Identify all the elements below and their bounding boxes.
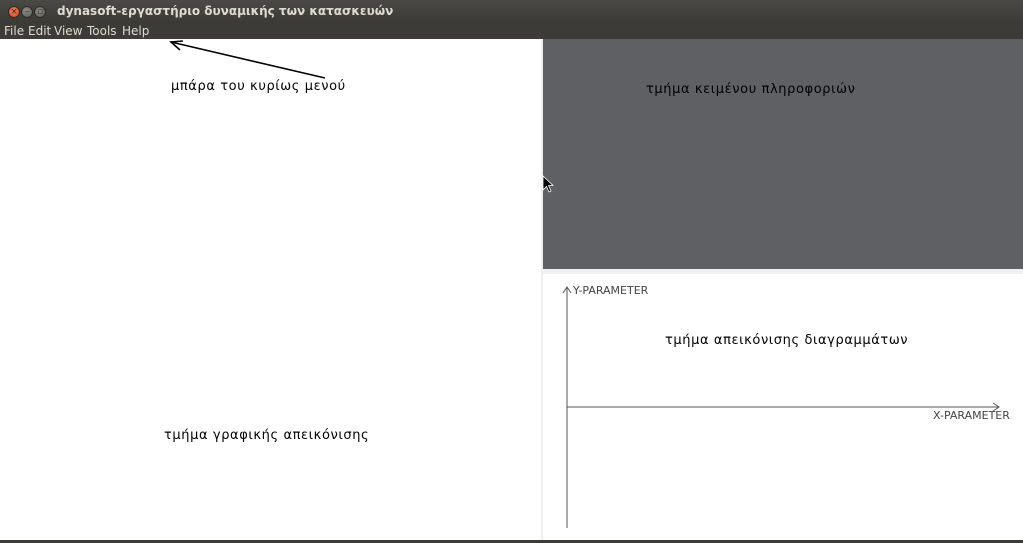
annotation-info-text: τμήμα κειμένου πληροφοριών (646, 82, 856, 97)
info-text-pane[interactable] (543, 39, 1023, 269)
menu-view[interactable]: View (54, 24, 82, 38)
chart-pane[interactable] (543, 274, 1023, 540)
minimize-icon[interactable]: – (21, 6, 33, 18)
menu-file[interactable]: File (4, 24, 24, 38)
graphics-pane[interactable] (0, 39, 541, 540)
menu-help[interactable]: Help (122, 24, 149, 38)
annotation-graphics: τμήμα γραφικής απεικόνισης (164, 428, 370, 443)
y-axis-label: Y-PARAMETER (573, 284, 649, 297)
menu-edit[interactable]: Edit (28, 24, 51, 38)
close-icon[interactable]: × (8, 6, 20, 18)
annotation-menu-bar: μπάρα του κυρίως μενού (171, 79, 346, 94)
title-bar: × – ▫ dynasoft-εργαστήριο δυναμικής των … (0, 0, 1023, 23)
window-title: dynasoft-εργαστήριο δυναμικής των κατασκ… (57, 4, 394, 18)
annotation-charts: τμήμα απεικόνισης διαγραμμάτων (665, 333, 909, 348)
menu-tools[interactable]: Tools (87, 24, 117, 38)
menu-bar: File Edit View Tools Help (0, 23, 1023, 39)
x-axis-label: X-PARAMETER (933, 409, 1010, 422)
maximize-icon[interactable]: ▫ (34, 6, 46, 18)
